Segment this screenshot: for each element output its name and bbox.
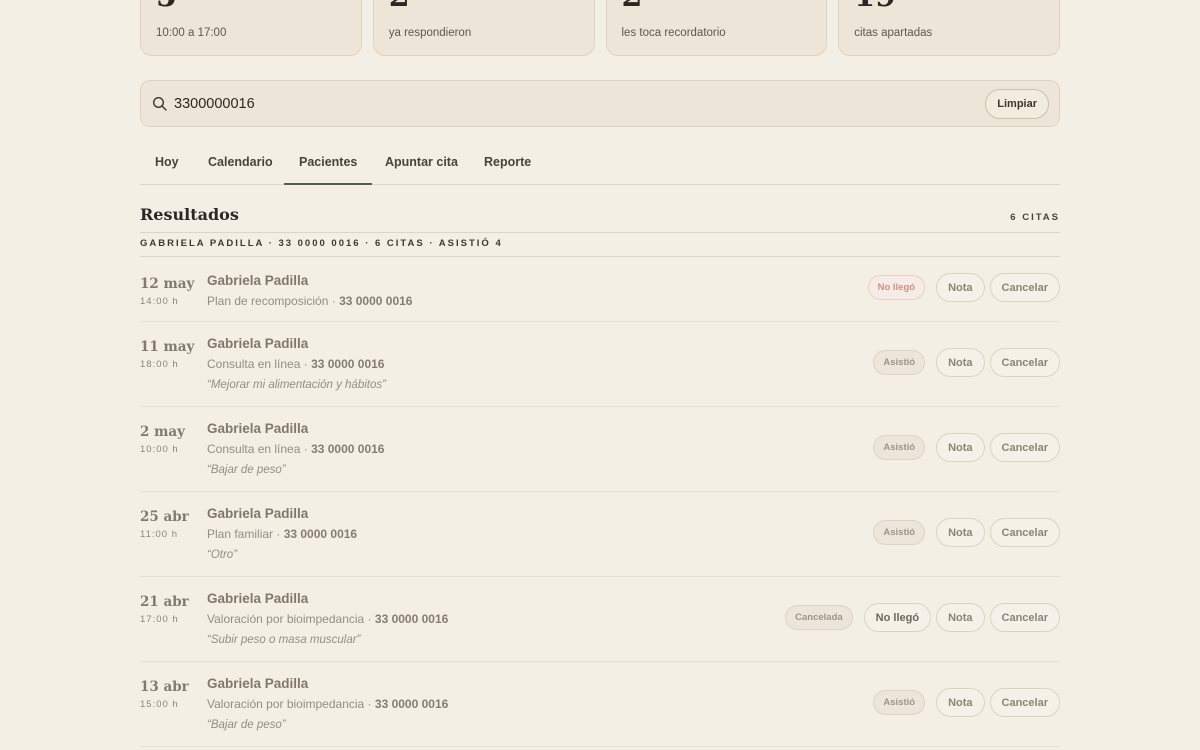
search-icon bbox=[152, 96, 167, 111]
tab-apuntar-cita[interactable]: Apuntar cita bbox=[370, 146, 473, 185]
appointment-plan: Consulta en línea · 33 0000 0016 bbox=[207, 442, 385, 456]
status-badge: Asistió bbox=[873, 435, 926, 460]
search-bar: Limpiar bbox=[140, 80, 1060, 127]
appointment-actions: Asistió Nota Cancelar bbox=[873, 518, 1060, 547]
divider bbox=[140, 232, 1060, 233]
stat-value: 2 bbox=[622, 0, 643, 12]
appointment-row: 2 may 10:00 h Gabriela Padilla Consulta en … bbox=[140, 407, 1060, 492]
patient-name: Gabriela Padilla bbox=[207, 591, 309, 606]
patient-name: Gabriela Padilla bbox=[207, 676, 309, 691]
status-badge: Cancelada bbox=[785, 605, 853, 630]
appointment-row: 11 may 18:00 h Gabriela Padilla Consulta en… bbox=[140, 322, 1060, 407]
patient-phone: 33 0000 0016 bbox=[283, 527, 358, 541]
stat-card-booked: 19 citas apartadas bbox=[838, 0, 1060, 56]
cancel-button[interactable]: Cancelar bbox=[989, 433, 1060, 462]
appointment-plan: Valoración por bioimpedancia · 33 0000 0… bbox=[207, 697, 449, 711]
stat-caption: 10:00 a 17:00 bbox=[156, 27, 227, 39]
stat-caption: citas apartadas bbox=[854, 27, 933, 39]
appointment-time: 14:00 h bbox=[140, 296, 179, 307]
cancel-button[interactable]: Cancelar bbox=[989, 603, 1060, 632]
results-title: Resultados bbox=[140, 205, 239, 224]
appointment-actions: Asistió Nota Cancelar bbox=[873, 433, 1060, 462]
patient-name: Gabriela Padilla bbox=[207, 421, 309, 436]
clear-button[interactable]: Limpiar bbox=[985, 89, 1049, 119]
patient-summary: Gabriela Padilla · 33 0000 0016 · 6 cita… bbox=[140, 238, 503, 249]
plan-name: Valoración por bioimpedancia bbox=[207, 612, 365, 626]
tab-pacientes[interactable]: Pacientes bbox=[284, 146, 373, 185]
plan-name: Valoración por bioimpedancia bbox=[207, 697, 365, 711]
appointment-date: 2 may bbox=[140, 424, 185, 440]
patient-name: Gabriela Padilla bbox=[207, 273, 309, 288]
appointment-note: “Mejorar mi alimentación y hábitos” bbox=[207, 379, 386, 391]
appointment-note: “Bajar de peso” bbox=[207, 464, 286, 476]
cancel-button[interactable]: Cancelar bbox=[989, 348, 1060, 377]
patient-phone: 33 0000 0016 bbox=[374, 612, 449, 626]
appointment-time: 11:00 h bbox=[140, 529, 178, 540]
appointment-plan: Consulta en línea · 33 0000 0016 bbox=[207, 357, 385, 371]
appointment-plan: Valoración por bioimpedancia · 33 0000 0… bbox=[207, 612, 449, 626]
tab-calendario[interactable]: Calendario bbox=[193, 146, 288, 185]
note-button[interactable]: Nota bbox=[936, 433, 985, 462]
plan-name: Consulta en línea bbox=[207, 442, 301, 456]
stats-row: 5 10:00 a 17:00 2 ya respondieron 2 les … bbox=[140, 0, 1060, 56]
status-badge: Asistió bbox=[873, 350, 926, 375]
cancel-button[interactable]: Cancelar bbox=[989, 688, 1060, 717]
appointment-row: 12 may 14:00 h Gabriela Padilla Plan de rec… bbox=[140, 257, 1060, 322]
stat-caption: ya respondieron bbox=[388, 27, 472, 39]
stat-caption: les toca recordatorio bbox=[621, 27, 726, 39]
appointment-note: “Bajar de peso” bbox=[207, 719, 286, 731]
appointment-actions: Cancelada No llegó Nota Cancelar bbox=[785, 603, 1060, 632]
note-button[interactable]: Nota bbox=[936, 348, 985, 377]
results-count: 6 CITAS bbox=[1010, 212, 1060, 223]
appointment-date: 12 may bbox=[140, 276, 195, 292]
appointment-actions: Asistió Nota Cancelar bbox=[873, 688, 1060, 717]
appointment-plan: Plan de recomposición · 33 0000 0016 bbox=[207, 294, 413, 308]
appointment-row: 13 abr 15:00 h Gabriela Padilla Valoración … bbox=[140, 662, 1060, 747]
cancel-button[interactable]: Cancelar bbox=[989, 273, 1060, 302]
patient-phone: 33 0000 0016 bbox=[311, 357, 385, 371]
appointment-time: 18:00 h bbox=[140, 359, 179, 370]
plan-name: Consulta en línea bbox=[207, 357, 301, 371]
appointment-time: 17:00 h bbox=[140, 614, 179, 625]
stat-value: 2 bbox=[389, 0, 410, 12]
stat-card-hours: 5 10:00 a 17:00 bbox=[140, 0, 362, 56]
patient-phone: 33 0000 0016 bbox=[311, 442, 385, 456]
stat-card-responded: 2 ya respondieron bbox=[372, 0, 595, 56]
appointment-date: 13 abr bbox=[140, 679, 189, 695]
no-show-button[interactable]: No llegó bbox=[863, 603, 932, 632]
note-button[interactable]: Nota bbox=[936, 518, 985, 547]
stat-value: 5 bbox=[156, 0, 177, 12]
patient-name: Gabriela Padilla bbox=[207, 506, 309, 521]
tab-hoy[interactable]: Hoy bbox=[140, 146, 194, 185]
stat-value: 19 bbox=[854, 0, 896, 12]
status-badge: No llegó bbox=[867, 275, 926, 300]
note-button[interactable]: Nota bbox=[936, 603, 985, 632]
appointment-actions: Asistió Nota Cancelar bbox=[873, 348, 1060, 377]
stat-card-reminder: 2 les toca recordatorio bbox=[605, 0, 828, 56]
patient-phone: 33 0000 0016 bbox=[374, 697, 449, 711]
appointment-time: 10:00 h bbox=[140, 444, 179, 455]
note-button[interactable]: Nota bbox=[936, 273, 985, 302]
status-badge: Asistió bbox=[873, 690, 926, 715]
appointment-date: 25 abr bbox=[140, 509, 189, 525]
appointment-note: “Otro” bbox=[207, 549, 238, 561]
appointment-time: 15:00 h bbox=[140, 699, 179, 710]
appointment-date: 11 may bbox=[140, 339, 195, 355]
status-badge: Asistió bbox=[873, 520, 926, 545]
tab-bar: Hoy Calendario Pacientes Apuntar cita Re… bbox=[140, 146, 1060, 185]
cancel-button[interactable]: Cancelar bbox=[989, 518, 1060, 547]
plan-name: Plan familiar bbox=[207, 527, 274, 541]
note-button[interactable]: Nota bbox=[936, 688, 985, 717]
appointment-note: “Subir peso o masa muscular” bbox=[207, 634, 361, 646]
search-input[interactable] bbox=[174, 90, 974, 118]
patient-phone: 33 0000 0016 bbox=[339, 294, 413, 308]
appointment-row: 25 abr 11:00 h Gabriela Padilla Plan famili… bbox=[140, 492, 1060, 577]
appointment-row: 21 abr 17:00 h Gabriela Padilla Valoración … bbox=[140, 577, 1060, 662]
appointment-actions: No llegó Nota Cancelar bbox=[867, 273, 1060, 302]
appointment-plan: Plan familiar · 33 0000 0016 bbox=[207, 527, 358, 541]
tab-reporte[interactable]: Reporte bbox=[469, 146, 546, 185]
appointment-date: 21 abr bbox=[140, 594, 189, 610]
patient-name: Gabriela Padilla bbox=[207, 336, 309, 351]
plan-name: Plan de recomposición bbox=[207, 294, 329, 308]
